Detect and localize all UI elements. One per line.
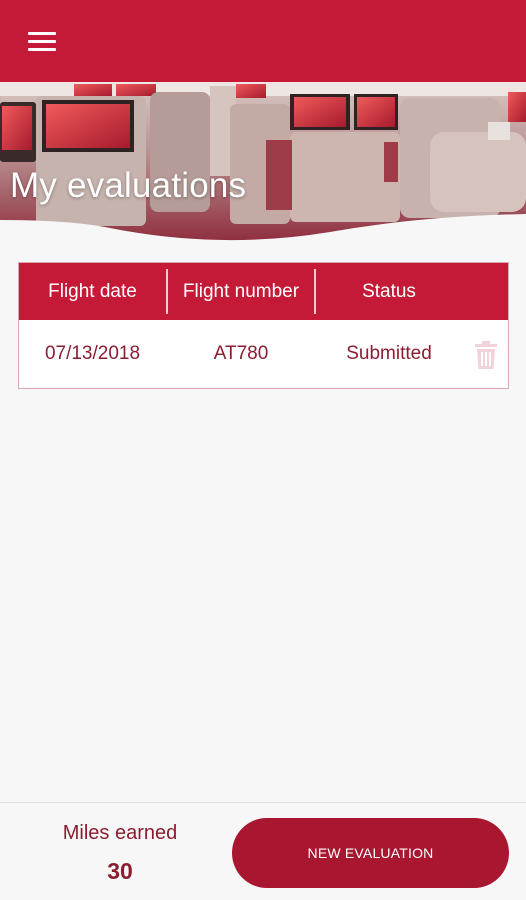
header-flight-number: Flight number <box>182 281 300 302</box>
miles-earned-value: 30 <box>107 858 133 884</box>
app-bar <box>0 0 526 82</box>
new-evaluation-button[interactable]: NEW EVALUATION <box>232 818 509 888</box>
cabin-photo <box>0 82 526 244</box>
cell-flight-number: AT780 <box>213 343 269 364</box>
miles-earned-label: Miles earned <box>62 822 178 844</box>
cell-status: Submitted <box>346 343 432 364</box>
bottom-bar: Miles earned 30 NEW EVALUATION <box>0 802 526 900</box>
table-row[interactable]: 07/13/2018 AT780 Submitted <box>19 320 508 388</box>
cell-flight-date: 07/13/2018 <box>44 343 141 364</box>
evaluations-table: Flight date Flight number Status 07/13/2… <box>18 262 509 389</box>
hero-banner: My evaluations <box>0 82 526 244</box>
page-title: My evaluations <box>10 166 247 205</box>
table-header: Flight date Flight number Status <box>19 263 508 320</box>
trash-icon[interactable] <box>475 341 497 369</box>
hamburger-menu-icon[interactable] <box>22 26 62 56</box>
header-flight-date: Flight date <box>48 281 137 302</box>
header-status: Status <box>362 281 416 302</box>
